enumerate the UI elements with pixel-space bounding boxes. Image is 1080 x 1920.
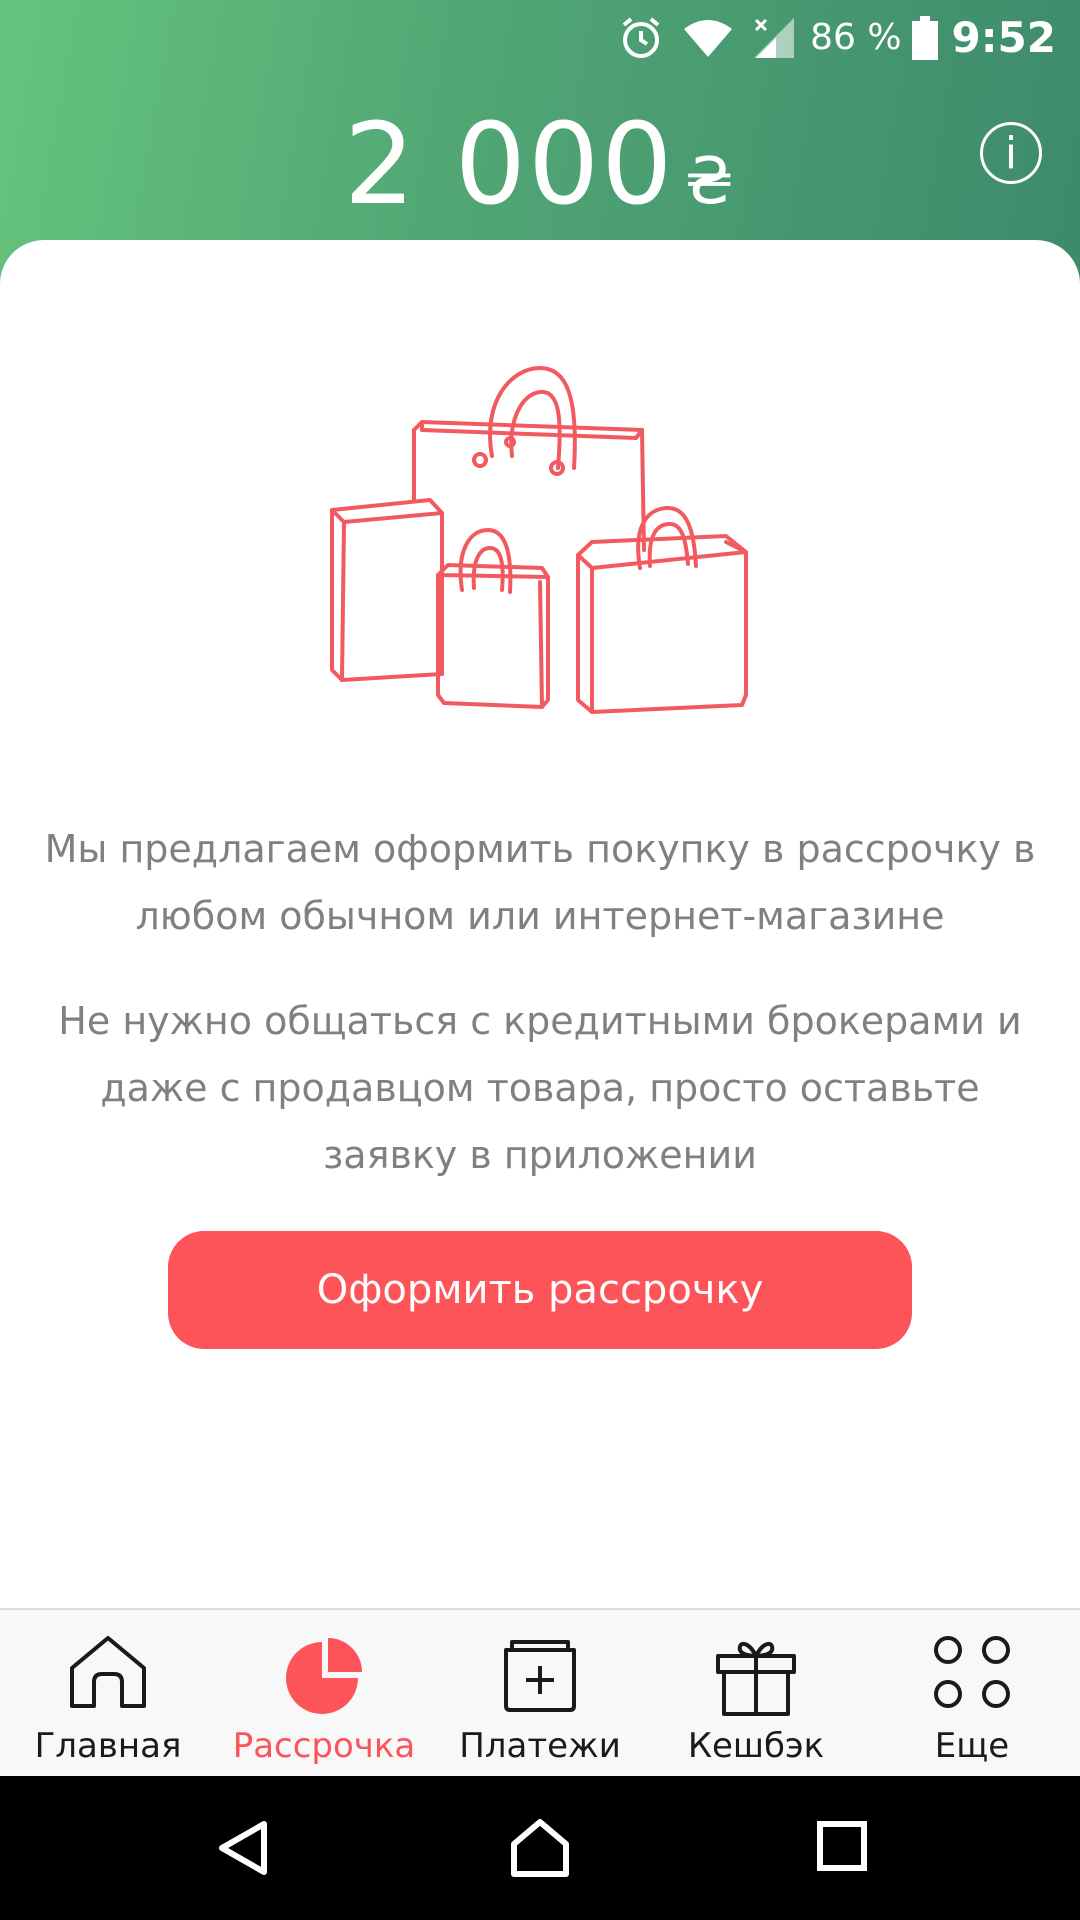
clock: 9:52 <box>951 13 1056 62</box>
recents-icon[interactable] <box>814 1818 870 1879</box>
tab-cashback[interactable]: Кешбэк <box>648 1610 864 1776</box>
payments-icon <box>500 1634 580 1719</box>
amount-value: 2 000 <box>343 100 675 230</box>
status-bar: 86 % 9:52 <box>0 0 1080 75</box>
battery-icon <box>911 15 938 60</box>
alarm-icon <box>618 15 664 61</box>
tab-label: Рассрочка <box>232 1726 416 1766</box>
wifi-icon <box>682 17 734 59</box>
bottom-tab-bar: Главная Рассрочка Платежи Кешбэк Еще <box>0 1608 1080 1776</box>
battery-percent: 86 % <box>810 17 902 58</box>
tab-label: Платежи <box>459 1726 621 1766</box>
system-navigation-bar <box>0 1776 1080 1920</box>
home-nav-icon[interactable] <box>508 1818 572 1883</box>
tab-label: Еще <box>934 1726 1010 1766</box>
description-paragraph-1: Мы предлагаем оформить покупку в рассроч… <box>44 827 1036 938</box>
pie-chart-icon <box>282 1634 366 1719</box>
gift-icon <box>714 1634 798 1723</box>
info-icon[interactable]: i <box>980 122 1042 184</box>
credit-limit-amount: 2 000 ₴ <box>0 100 1080 230</box>
signal-icon <box>752 16 796 60</box>
tab-more[interactable]: Еще <box>864 1610 1080 1776</box>
tab-label: Кешбэк <box>687 1726 825 1766</box>
currency-symbol: ₴ <box>684 145 737 219</box>
home-icon <box>66 1634 150 1715</box>
apply-installment-button[interactable]: Оформить рассрочку <box>168 1231 912 1349</box>
tab-home[interactable]: Главная <box>0 1610 216 1776</box>
description-paragraph-2: Не нужно общаться с кредитными брокерами… <box>58 999 1022 1177</box>
tab-installment[interactable]: Рассрочка <box>216 1610 432 1776</box>
tab-label: Главная <box>34 1726 182 1766</box>
tab-payments[interactable]: Платежи <box>432 1610 648 1776</box>
shopping-bags-illustration <box>322 360 752 725</box>
back-icon[interactable] <box>214 1818 270 1883</box>
more-icon <box>934 1634 1010 1715</box>
